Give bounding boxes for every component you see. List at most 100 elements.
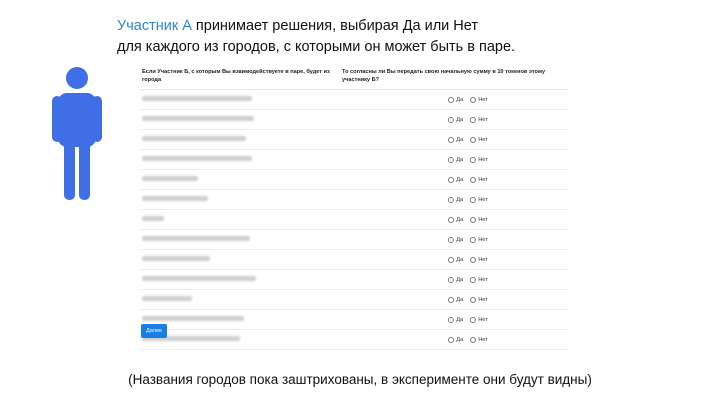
option-no[interactable]: Нет (470, 276, 488, 283)
answer-options: Да Нет (338, 216, 568, 223)
city-name-blurred (140, 156, 338, 163)
option-no[interactable]: Нет (470, 296, 488, 303)
answer-options: Да Нет (338, 336, 568, 343)
option-yes[interactable]: Да (448, 136, 464, 143)
option-no-label: Нет (478, 236, 488, 243)
intro-line-1: Участник А принимает решения, выбирая Да… (117, 16, 515, 37)
survey-header-row: Если Участник Б, с которым Вы взаимодейс… (140, 66, 568, 90)
option-yes-label: Да (456, 296, 464, 303)
answer-options: Да Нет (338, 316, 568, 323)
option-yes[interactable]: Да (448, 316, 464, 323)
answer-options: Да Нет (338, 196, 568, 203)
footnote: (Названия городов пока заштрихованы, в э… (128, 372, 592, 387)
option-yes-label: Да (456, 96, 464, 103)
option-no-label: Нет (478, 156, 488, 163)
table-row: Да Нет (140, 110, 568, 130)
option-yes[interactable]: Да (448, 176, 463, 183)
city-name-blurred (140, 136, 338, 143)
option-no[interactable]: Нет (470, 256, 488, 263)
answer-options: Да Нет (338, 136, 568, 143)
option-no[interactable]: Нет (470, 336, 488, 343)
radio-no[interactable] (470, 336, 477, 343)
table-row: Да Нет (140, 310, 568, 330)
radio-yes[interactable] (448, 116, 455, 123)
option-no-label: Нет (478, 216, 488, 223)
option-yes[interactable]: Да (448, 216, 463, 223)
option-no[interactable]: Нет (470, 176, 488, 183)
option-no[interactable]: Нет (470, 136, 488, 143)
radio-yes[interactable] (448, 96, 455, 103)
radio-yes[interactable] (448, 156, 455, 163)
radio-no[interactable] (470, 236, 477, 243)
city-name-blurred (140, 116, 338, 123)
option-yes-label: Да (456, 136, 464, 143)
option-yes-label: Да (456, 196, 464, 203)
radio-no[interactable] (470, 96, 477, 103)
option-yes[interactable]: Да (448, 296, 464, 303)
table-row: Да Нет (140, 210, 568, 230)
table-row: Да Нет (140, 170, 568, 190)
option-yes-label: Да (456, 236, 464, 243)
radio-yes[interactable] (448, 196, 455, 203)
radio-yes[interactable] (448, 176, 455, 183)
radio-no[interactable] (470, 216, 477, 223)
option-no[interactable]: Нет (470, 116, 488, 123)
city-name-blurred (140, 196, 338, 203)
radio-yes[interactable] (448, 136, 455, 143)
option-no[interactable]: Нет (470, 156, 488, 163)
table-row: Да Нет (140, 250, 568, 270)
radio-no[interactable] (470, 156, 477, 163)
city-name-blurred (140, 216, 338, 223)
option-no[interactable]: Нет (470, 216, 488, 223)
option-no-label: Нет (478, 176, 488, 183)
option-no-label: Нет (478, 196, 488, 203)
option-yes[interactable]: Да (448, 116, 463, 123)
city-name-blurred (140, 256, 338, 263)
radio-yes[interactable] (448, 216, 455, 223)
option-yes-label: Да (456, 256, 464, 263)
option-yes[interactable]: Да (448, 336, 463, 343)
option-no-label: Нет (478, 96, 488, 103)
radio-no[interactable] (470, 256, 477, 263)
radio-no[interactable] (470, 176, 477, 183)
option-no[interactable]: Нет (470, 96, 488, 103)
option-yes[interactable]: Да (448, 156, 463, 163)
option-no[interactable]: Нет (470, 236, 488, 243)
answer-options: Да Нет (338, 156, 568, 163)
table-row: Да Нет (140, 230, 568, 250)
radio-no[interactable] (470, 296, 477, 303)
option-yes[interactable]: Да (448, 256, 464, 263)
city-name-blurred (140, 316, 338, 323)
city-name-blurred (140, 236, 338, 243)
answer-options: Да Нет (338, 176, 568, 183)
radio-yes[interactable] (448, 336, 455, 343)
radio-yes[interactable] (448, 256, 455, 263)
table-row: Да Нет (140, 90, 568, 110)
radio-yes[interactable] (448, 236, 455, 243)
option-yes-label: Да (456, 276, 464, 283)
option-no-label: Нет (478, 256, 488, 263)
option-yes[interactable]: Да (448, 276, 464, 283)
option-yes[interactable]: Да (448, 196, 464, 203)
radio-yes[interactable] (448, 276, 455, 283)
radio-no[interactable] (470, 196, 477, 203)
option-no[interactable]: Нет (470, 196, 488, 203)
option-yes[interactable]: Да (448, 96, 464, 103)
radio-no[interactable] (470, 116, 477, 123)
city-name-blurred (140, 276, 338, 283)
radio-no[interactable] (470, 136, 477, 143)
city-name-blurred (140, 96, 338, 103)
answer-options: Да Нет (338, 96, 568, 103)
option-yes-label: Да (456, 316, 464, 323)
radio-no[interactable] (470, 316, 477, 323)
next-button[interactable]: Далее (141, 324, 168, 338)
option-no[interactable]: Нет (470, 316, 488, 323)
option-yes[interactable]: Да (448, 236, 464, 243)
option-no-label: Нет (478, 336, 488, 343)
radio-yes[interactable] (448, 296, 455, 303)
table-row: Да Нет (140, 270, 568, 290)
option-no-label: Нет (478, 276, 488, 283)
option-no-label: Нет (478, 116, 488, 123)
radio-yes[interactable] (448, 316, 455, 323)
radio-no[interactable] (470, 276, 477, 283)
